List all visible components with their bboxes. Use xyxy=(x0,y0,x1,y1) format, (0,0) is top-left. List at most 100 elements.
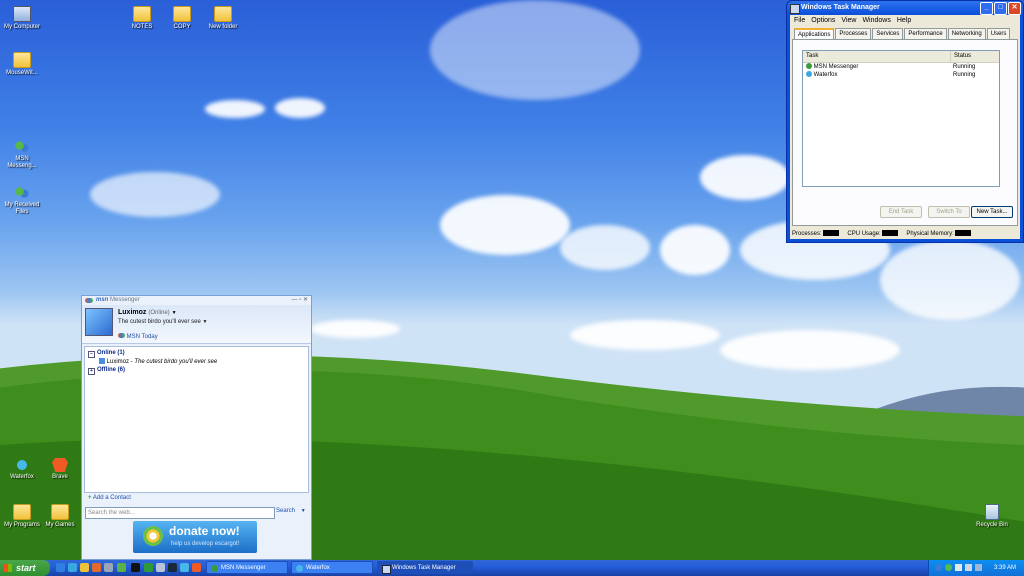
computer-icon xyxy=(13,6,31,22)
personal-message[interactable]: The cutest birdo you'll ever see ▼ xyxy=(118,319,207,325)
tray-icon[interactable] xyxy=(955,564,962,571)
task-list[interactable]: Task Status MSN Messenger Running Waterf… xyxy=(802,50,1000,187)
taskbar-button-task-manager[interactable]: Windows Task Manager xyxy=(377,561,473,574)
physical-memory-label: Physical Memory: xyxy=(906,231,954,237)
messenger-titlebar[interactable]: msn Messenger — ▫ ✕ xyxy=(82,296,311,305)
quicklaunch-steam-icon[interactable] xyxy=(168,563,177,572)
switch-to-button[interactable]: Switch To xyxy=(928,206,970,218)
volume-icon[interactable] xyxy=(965,564,972,571)
cloud xyxy=(880,240,1020,320)
table-row[interactable]: Waterfox Running xyxy=(803,71,999,79)
contact-item[interactable]: Luximoz - The cutest birdo you'll ever s… xyxy=(85,358,308,366)
user-line[interactable]: Luximoz (Online) ▼ xyxy=(118,309,177,316)
desktop-icon-my-received-files[interactable]: My Received Files xyxy=(0,186,44,216)
desktop-icon-msn-messenger[interactable]: MSN Messeng... xyxy=(0,140,44,170)
menubar: File Options View Windows Help xyxy=(790,15,1020,26)
task-manager-titlebar[interactable]: Windows Task Manager _ □ ✕ xyxy=(787,1,1023,15)
cloud xyxy=(430,0,640,100)
menu-view[interactable]: View xyxy=(841,15,856,26)
recycle-bin-icon xyxy=(985,504,999,520)
new-task-button[interactable]: New Task... xyxy=(971,206,1013,218)
avatar[interactable] xyxy=(85,308,113,336)
group-offline[interactable]: + Offline (6) xyxy=(85,366,308,375)
user-name: Luximoz xyxy=(118,309,147,316)
task-manager-icon xyxy=(382,565,391,574)
quicklaunch-brave-icon[interactable] xyxy=(192,563,201,572)
folder-icon xyxy=(173,6,191,22)
processes-label: Processes: xyxy=(792,231,822,237)
desktop-icon-mousewit[interactable]: MouseWit... xyxy=(0,52,44,77)
cloud xyxy=(205,100,265,118)
contact-name: Luximoz xyxy=(106,359,130,365)
quicklaunch-folder-icon[interactable] xyxy=(80,563,89,572)
redacted-value xyxy=(882,230,899,237)
window-title: Messenger xyxy=(110,297,140,303)
group-label: Online (1) xyxy=(97,350,125,356)
cloud xyxy=(560,225,650,270)
desktop-icon-brave[interactable]: Brave xyxy=(38,458,82,481)
desktop-icon-new-folder[interactable]: New folder xyxy=(201,6,245,31)
desktop-icon-label: Recycle Bin xyxy=(976,522,1008,528)
desktop-icon-label: New folder xyxy=(208,24,238,30)
maximize-button[interactable]: □ xyxy=(994,2,1007,15)
clock[interactable]: 3:39 AM xyxy=(994,560,1016,576)
quicklaunch-app-icon[interactable] xyxy=(104,563,113,572)
table-row[interactable]: MSN Messenger Running xyxy=(803,63,999,71)
quicklaunch-terminal-icon[interactable] xyxy=(131,563,140,572)
window-title: Windows Task Manager xyxy=(801,4,880,11)
personal-message-text: The cutest birdo you'll ever see xyxy=(118,319,201,325)
group-online[interactable]: − Online (1) xyxy=(85,349,308,358)
desktop-icon-copy[interactable]: COPY xyxy=(160,6,204,31)
quicklaunch-waterfox-icon[interactable] xyxy=(180,563,189,572)
donate-banner[interactable]: donate now! help us develop escargot! xyxy=(133,521,257,553)
contact-message: The cutest birdo you'll ever see xyxy=(134,359,218,365)
quicklaunch-paint-icon[interactable] xyxy=(117,563,126,572)
start-button[interactable]: start xyxy=(0,560,50,576)
msn-today-link[interactable]: MSN Today xyxy=(118,333,158,340)
menu-windows[interactable]: Windows xyxy=(862,15,890,26)
window-controls[interactable]: — ▫ ✕ xyxy=(292,296,309,305)
msn-messenger-icon xyxy=(14,140,30,154)
taskbar-button-msn-messenger[interactable]: MSN Messenger xyxy=(206,561,288,574)
menu-help[interactable]: Help xyxy=(897,15,911,26)
menu-file[interactable]: File xyxy=(794,15,805,26)
folder-icon xyxy=(51,504,69,520)
desktop-icon-notes[interactable]: NOTES xyxy=(120,6,164,31)
quicklaunch-media-icon[interactable] xyxy=(92,563,101,572)
web-search-input[interactable]: Search the web... xyxy=(85,507,275,519)
folder-icon xyxy=(13,52,31,68)
cloud xyxy=(90,172,220,217)
add-contact-link[interactable]: + Add a Contact xyxy=(88,495,131,501)
quicklaunch-ie-icon[interactable] xyxy=(56,563,65,572)
task-manager-window: Windows Task Manager _ □ ✕ File Options … xyxy=(786,0,1024,243)
quicklaunch-browser-icon[interactable] xyxy=(68,563,77,572)
contact-icon xyxy=(99,358,105,365)
waterfox-icon xyxy=(14,458,30,472)
expand-icon: + xyxy=(88,368,95,375)
task-label: Waterfox xyxy=(306,565,330,571)
quicklaunch-gear-icon[interactable] xyxy=(156,563,165,572)
desktop-icon-my-games[interactable]: My Games xyxy=(38,504,82,529)
end-task-button[interactable]: End Task xyxy=(880,206,922,218)
folder-icon xyxy=(214,6,232,22)
quicklaunch-green-icon[interactable] xyxy=(144,563,153,572)
task-label: MSN Messenger xyxy=(221,565,266,571)
column-task[interactable]: Task xyxy=(803,51,951,62)
waterfox-icon xyxy=(296,565,303,572)
search-button[interactable]: Search ▼ xyxy=(276,508,306,514)
plus-icon: + xyxy=(88,495,92,501)
desktop-icon-my-computer[interactable]: My Computer xyxy=(0,6,44,31)
received-files-icon xyxy=(14,186,30,200)
network-icon[interactable] xyxy=(975,564,982,571)
profile-area: Luximoz (Online) ▼ The cutest birdo you'… xyxy=(82,305,311,344)
tray-icon[interactable] xyxy=(945,564,952,571)
cloud xyxy=(440,195,570,255)
minimize-button[interactable]: _ xyxy=(980,2,993,15)
taskbar-button-waterfox[interactable]: Waterfox xyxy=(291,561,373,574)
close-button[interactable]: ✕ xyxy=(1008,2,1021,15)
tray-icon[interactable] xyxy=(935,564,942,571)
task-manager-body: File Options View Windows Help Applicati… xyxy=(790,15,1020,239)
menu-options[interactable]: Options xyxy=(811,15,835,26)
column-status[interactable]: Status xyxy=(951,51,971,62)
desktop-icon-recycle-bin[interactable]: Recycle Bin xyxy=(970,504,1014,529)
